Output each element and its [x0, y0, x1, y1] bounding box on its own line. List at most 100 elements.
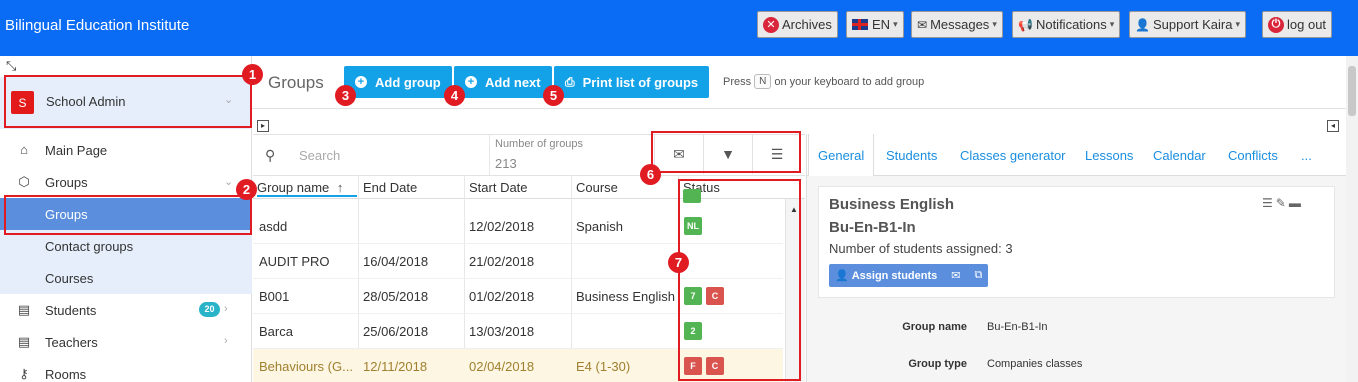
print-list-button[interactable]: ⎙ Print list of groups — [554, 66, 710, 98]
page-scrollbar[interactable] — [1346, 56, 1358, 382]
assign-students-button[interactable]: 👤 Assign students ✉ ⧉ — [829, 264, 989, 287]
language-select[interactable]: EN ▾ — [846, 11, 904, 38]
prop-label-group-type: Group type — [908, 358, 967, 370]
cell-group-name: Behaviours (G... — [259, 359, 353, 374]
tab-calendar[interactable]: Calendar — [1153, 148, 1206, 163]
annotation-number-6: 6 — [640, 164, 661, 185]
annotation-box-7 — [678, 179, 801, 381]
sidebar-item-rooms[interactable]: ⚷ Rooms — [0, 358, 252, 382]
tab-general[interactable]: General — [818, 148, 864, 163]
cube-icon: ⬡ — [18, 174, 30, 189]
logout-button[interactable]: ⏻ log out — [1262, 11, 1333, 38]
annotation-number-4: 4 — [444, 85, 465, 106]
cell-course: Spanish — [576, 219, 623, 234]
cell-end-date: 16/04/2018 — [363, 254, 429, 269]
cell-course: Business English — [576, 289, 675, 304]
sidebar-item-groups[interactable]: ⬡ Groups ⌄ — [0, 166, 252, 198]
collapse-left-icon[interactable]: ▸ — [257, 120, 269, 132]
cell-start-date: 12/02/2018 — [469, 219, 535, 234]
cell-start-date: 13/03/2018 — [469, 324, 535, 339]
id-card-icon: ▤ — [17, 334, 31, 349]
archives-button[interactable]: ✕ Archives — [757, 11, 838, 38]
annotation-box-1 — [4, 75, 252, 128]
add-next-button[interactable]: + Add next — [454, 66, 552, 98]
prop-value-group-name: Bu-En-B1-In — [987, 321, 1048, 333]
hint-text: on your keyboard to add group — [774, 75, 925, 88]
tab-classes-generator[interactable]: Classes generator — [960, 148, 1066, 163]
column-header-course[interactable]: Course — [576, 180, 618, 195]
column-header-end-date[interactable]: End Date — [363, 180, 417, 195]
hint-key: N — [754, 74, 772, 89]
plus-circle-icon: + — [355, 76, 367, 88]
messages-label: Messages — [930, 17, 990, 32]
sidebar-item-label: Main Page — [45, 143, 108, 158]
cell-start-date: 21/02/2018 — [469, 254, 535, 269]
id-card-icon: ▤ — [17, 302, 31, 317]
annotation-number-2: 2 — [236, 179, 257, 200]
add-group-button[interactable]: + Add group — [344, 66, 452, 98]
annotation-number-5: 5 — [543, 85, 564, 106]
collapse-arrows-icon[interactable]: ⤡ — [6, 58, 16, 74]
language-label: EN — [872, 17, 891, 32]
add-group-label: Add group — [375, 74, 441, 90]
envelope-icon[interactable]: ✉ — [945, 269, 960, 282]
sidebar-item-label: Contact groups — [45, 239, 134, 254]
cell-end-date: 12/11/2018 — [363, 359, 428, 374]
key-icon: ⚷ — [19, 366, 29, 381]
sidebar-item-students[interactable]: ▤ Students 20 › — [0, 294, 252, 326]
column-header-start-date[interactable]: Start Date — [469, 180, 528, 195]
megaphone-icon: 📢 — [1018, 17, 1033, 32]
plus-circle-icon: + — [465, 76, 477, 88]
column-header-group-name[interactable]: Group name ↑ — [257, 180, 357, 197]
folder-icon[interactable]: ▬ — [1289, 196, 1304, 210]
tab-more[interactable]: ... — [1301, 148, 1312, 163]
menu-icon[interactable]: ☰ — [1262, 196, 1276, 210]
messages-button[interactable]: ✉ Messages ▾ — [911, 11, 1003, 38]
cell-group-name: AUDIT PRO — [259, 254, 330, 269]
annotation-number-1: 1 — [242, 64, 263, 85]
printer-icon: ⎙ — [565, 74, 575, 89]
pencil-icon[interactable]: ✎ — [1276, 196, 1289, 210]
tab-students[interactable]: Students — [886, 148, 937, 163]
chevron-down-icon: ▾ — [1109, 19, 1115, 29]
prop-label-group-name: Group name — [902, 321, 967, 333]
cell-start-date: 01/02/2018 — [469, 289, 535, 304]
annotation-number-3: 3 — [335, 85, 356, 106]
cell-group-name: asdd — [259, 219, 288, 234]
uk-flag-icon — [852, 19, 868, 30]
sidebar-item-courses[interactable]: Courses — [0, 262, 252, 294]
home-icon: ⌂ — [20, 142, 28, 157]
search-input[interactable] — [299, 145, 479, 165]
chevron-down-icon: ▾ — [893, 19, 898, 29]
group-count-value: 213 — [495, 156, 517, 171]
collapse-right-icon[interactable]: ◂ — [1327, 120, 1339, 132]
sidebar-item-label: Rooms — [45, 367, 87, 382]
students-assigned-count: Number of students assigned: 3 — [829, 241, 1013, 256]
close-circle-icon: ✕ — [763, 16, 779, 33]
group-code: Bu-En-B1-In — [829, 219, 916, 236]
tab-lessons[interactable]: Lessons — [1085, 148, 1133, 163]
user-menu-button[interactable]: 👤 Support Kaira ▾ — [1129, 11, 1246, 38]
panel-divider — [252, 108, 1358, 109]
tab-conflicts[interactable]: Conflicts — [1228, 148, 1278, 163]
group-detail-panel: General Students Classes generator Lesso… — [806, 134, 1358, 382]
annotation-box-2 — [4, 195, 252, 235]
column-label: Group name — [257, 180, 330, 195]
sidebar-item-main-page[interactable]: ⌂ Main Page — [0, 134, 252, 166]
archives-label: Archives — [782, 17, 832, 32]
user-label: Support Kaira — [1152, 17, 1233, 32]
envelope-icon: ✉ — [917, 17, 928, 32]
group-course-title: Business English — [829, 196, 955, 213]
external-link-icon[interactable]: ⧉ — [969, 269, 983, 282]
add-next-label: Add next — [485, 74, 541, 90]
detail-tabs: General Students Classes generator Lesso… — [807, 134, 1358, 177]
group-count-label: Number of groups — [495, 138, 584, 150]
user-icon: 👤 — [1135, 17, 1150, 32]
app-brand[interactable]: Bilingual Education Institute — [5, 17, 189, 34]
sidebar-item-teachers[interactable]: ▤ Teachers › — [0, 326, 252, 358]
card-actions: ☰✎▬ — [1262, 196, 1304, 210]
scrollbar-thumb[interactable] — [1348, 66, 1356, 116]
group-summary-card: Business English Bu-En-B1-In Number of s… — [818, 186, 1335, 298]
students-count-badge: 20 — [199, 302, 220, 317]
notifications-button[interactable]: 📢 Notifications ▾ — [1012, 11, 1121, 38]
